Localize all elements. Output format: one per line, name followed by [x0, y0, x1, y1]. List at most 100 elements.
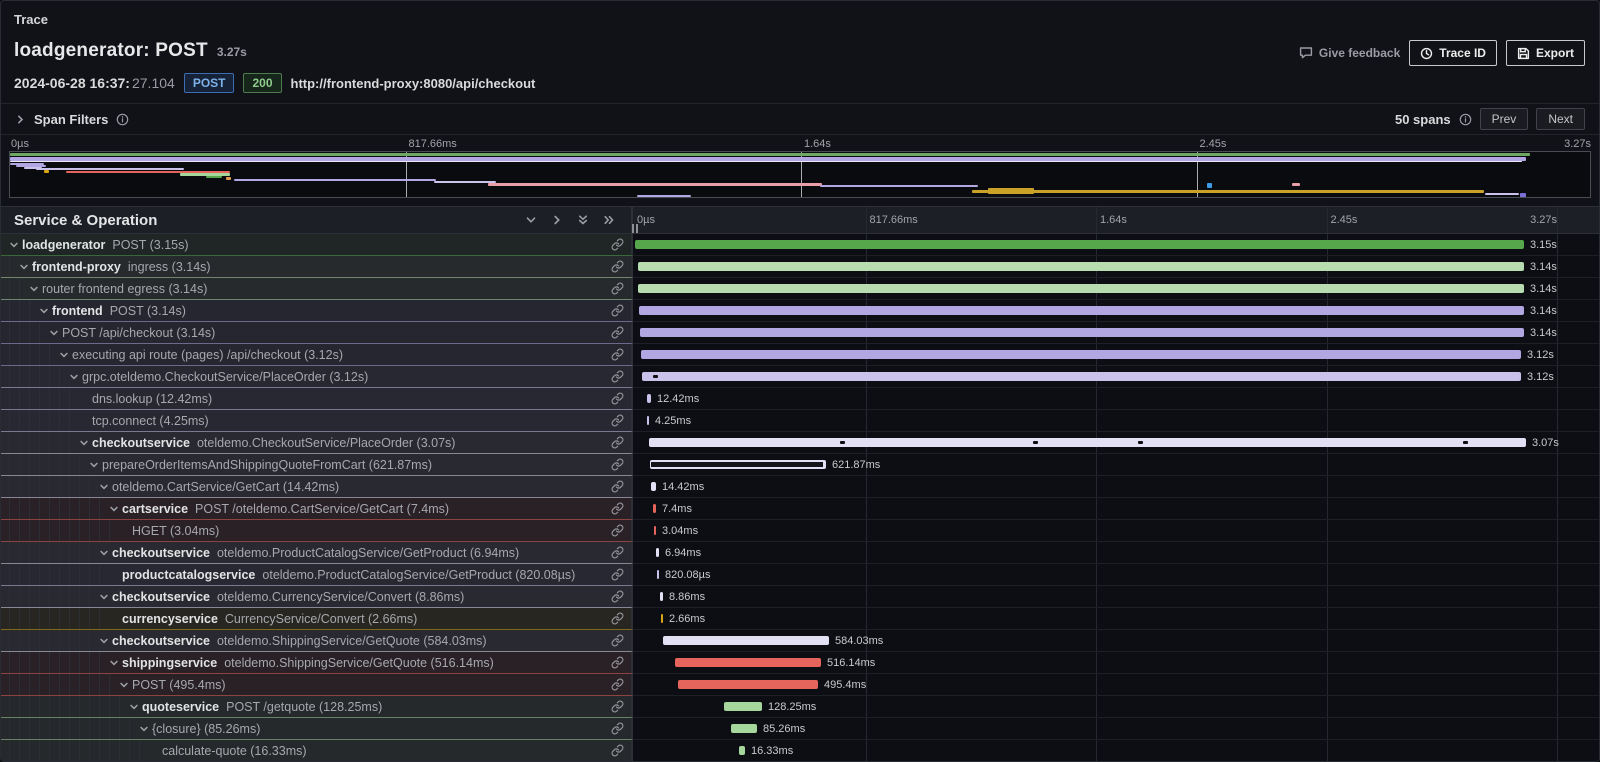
link-icon[interactable]	[611, 392, 631, 405]
row-expander-icon[interactable]	[109, 504, 122, 514]
row-expander-icon[interactable]	[99, 636, 112, 646]
collapse-all-icon[interactable]	[577, 214, 589, 226]
link-icon[interactable]	[611, 304, 631, 317]
link-icon[interactable]	[611, 546, 631, 559]
chevron-down-icon[interactable]	[525, 214, 537, 226]
span-row[interactable]: quoteservice POST /getquote (128.25ms) 1…	[1, 696, 1599, 718]
next-button[interactable]: Next	[1536, 108, 1585, 130]
span-bar[interactable]	[657, 570, 659, 579]
link-icon[interactable]	[611, 238, 631, 251]
span-bar[interactable]	[653, 504, 656, 513]
span-row[interactable]: HGET (3.04ms) 3.04ms	[1, 520, 1599, 542]
span-bar[interactable]	[647, 394, 651, 403]
span-bar[interactable]	[647, 416, 649, 425]
row-expander-icon[interactable]	[9, 240, 22, 250]
span-bar[interactable]	[654, 526, 656, 535]
span-row[interactable]: cartservice POST /oteldemo.CartService/G…	[1, 498, 1599, 520]
link-icon[interactable]	[611, 326, 631, 339]
span-bar[interactable]	[642, 372, 1521, 381]
row-expander-icon[interactable]	[79, 438, 92, 448]
span-bar[interactable]	[663, 636, 829, 645]
span-bar[interactable]	[739, 746, 745, 755]
span-bar[interactable]	[651, 482, 656, 491]
span-bar[interactable]	[638, 262, 1524, 271]
row-expander-icon[interactable]	[109, 658, 122, 668]
span-row[interactable]: {closure} (85.26ms) 85.26ms	[1, 718, 1599, 740]
span-row[interactable]: POST (495.4ms) 495.4ms	[1, 674, 1599, 696]
span-bar[interactable]	[731, 724, 757, 733]
span-bar[interactable]	[661, 614, 663, 623]
span-bar[interactable]	[638, 284, 1524, 293]
span-bar[interactable]	[678, 680, 818, 689]
span-row[interactable]: executing api route (pages) /api/checkou…	[1, 344, 1599, 366]
link-icon[interactable]	[611, 656, 631, 669]
span-filters-toggle[interactable]: Span Filters	[15, 112, 129, 127]
span-bar[interactable]	[660, 592, 663, 601]
link-icon[interactable]	[611, 568, 631, 581]
span-row[interactable]: checkoutservice oteldemo.CurrencyService…	[1, 586, 1599, 608]
row-expander-icon[interactable]	[29, 284, 42, 294]
span-row[interactable]: shippingservice oteldemo.ShippingService…	[1, 652, 1599, 674]
link-icon[interactable]	[611, 348, 631, 361]
link-icon[interactable]	[611, 744, 631, 757]
row-expander-icon[interactable]	[99, 592, 112, 602]
span-row[interactable]: prepareOrderItemsAndShippingQuoteFromCar…	[1, 454, 1599, 476]
span-row[interactable]: currencyservice CurrencyService/Convert …	[1, 608, 1599, 630]
span-row[interactable]: router frontend egress (3.14s) 3.14s	[1, 278, 1599, 300]
link-icon[interactable]	[611, 458, 631, 471]
minimap-viewport[interactable]	[9, 151, 1591, 198]
span-row[interactable]: oteldemo.CartService/GetCart (14.42ms) 1…	[1, 476, 1599, 498]
span-row[interactable]: grpc.oteldemo.CheckoutService/PlaceOrder…	[1, 366, 1599, 388]
link-icon[interactable]	[611, 590, 631, 603]
column-resize-handle[interactable]	[631, 223, 639, 234]
row-expander-icon[interactable]	[19, 262, 32, 272]
link-icon[interactable]	[611, 612, 631, 625]
span-row[interactable]: dns.lookup (12.42ms) 12.42ms	[1, 388, 1599, 410]
trace-id-button[interactable]: Trace ID	[1409, 40, 1497, 66]
span-row[interactable]: loadgenerator POST (3.15s) 3.15s	[1, 234, 1599, 256]
span-bar[interactable]	[639, 306, 1524, 315]
span-bar[interactable]	[641, 350, 1521, 359]
link-icon[interactable]	[611, 678, 631, 691]
span-row[interactable]: POST /api/checkout (3.14s) 3.14s	[1, 322, 1599, 344]
give-feedback-link[interactable]: Give feedback	[1299, 46, 1400, 60]
link-icon[interactable]	[611, 700, 631, 713]
span-row[interactable]: checkoutservice oteldemo.ShippingService…	[1, 630, 1599, 652]
span-row[interactable]: checkoutservice oteldemo.CheckoutService…	[1, 432, 1599, 454]
span-row[interactable]: frontend POST (3.14s) 3.14s	[1, 300, 1599, 322]
chevron-right-icon[interactable]	[551, 214, 563, 226]
link-icon[interactable]	[611, 502, 631, 515]
link-icon[interactable]	[611, 722, 631, 735]
row-expander-icon[interactable]	[39, 306, 52, 316]
export-button[interactable]: Export	[1506, 40, 1585, 66]
link-icon[interactable]	[611, 414, 631, 427]
link-icon[interactable]	[611, 524, 631, 537]
span-bar[interactable]	[649, 438, 1526, 447]
row-expander-icon[interactable]	[69, 372, 82, 382]
span-row[interactable]: productcatalogservice oteldemo.ProductCa…	[1, 564, 1599, 586]
row-expander-icon[interactable]	[49, 328, 62, 338]
span-bar[interactable]	[656, 548, 659, 557]
link-icon[interactable]	[611, 634, 631, 647]
span-row[interactable]: frontend-proxy ingress (3.14s) 3.14s	[1, 256, 1599, 278]
link-icon[interactable]	[611, 282, 631, 295]
span-bar[interactable]	[675, 658, 821, 667]
span-row[interactable]: tcp.connect (4.25ms) 4.25ms	[1, 410, 1599, 432]
row-expander-icon[interactable]	[59, 350, 72, 360]
span-row[interactable]: checkoutservice oteldemo.ProductCatalogS…	[1, 542, 1599, 564]
row-expander-icon[interactable]	[119, 680, 132, 690]
span-bar[interactable]	[724, 702, 762, 711]
link-icon[interactable]	[611, 436, 631, 449]
link-icon[interactable]	[611, 260, 631, 273]
span-bar[interactable]	[640, 328, 1524, 337]
row-expander-icon[interactable]	[99, 548, 112, 558]
row-expander-icon[interactable]	[139, 724, 152, 734]
row-expander-icon[interactable]	[89, 460, 102, 470]
link-icon[interactable]	[611, 370, 631, 383]
prev-button[interactable]: Prev	[1480, 108, 1529, 130]
expand-all-icon[interactable]	[603, 214, 615, 226]
span-bar[interactable]	[635, 240, 1524, 249]
span-bar[interactable]	[650, 460, 826, 469]
row-expander-icon[interactable]	[129, 702, 142, 712]
row-expander-icon[interactable]	[99, 482, 112, 492]
